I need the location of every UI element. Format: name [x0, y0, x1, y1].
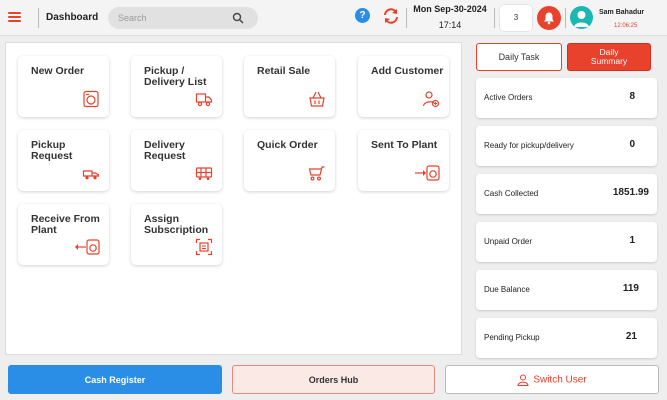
switch-user-icon: [517, 374, 529, 386]
user-avatar-icon: [574, 11, 589, 27]
top-bar: Dashboard ? Mon Sep-30-2024 17:14 3 Sam …: [0, 0, 667, 36]
quick-order-tile[interactable]: Quick Order: [244, 130, 335, 191]
orders-hub-button[interactable]: Orders Hub: [232, 365, 435, 394]
stat-value: 0: [629, 139, 635, 150]
sent-to-plant-tile[interactable]: Sent To Plant: [358, 130, 449, 191]
divider: [38, 8, 39, 28]
hamburger-menu-icon[interactable]: [8, 12, 21, 22]
page-title: Dashboard: [46, 12, 99, 23]
notification-count[interactable]: 3: [500, 5, 532, 31]
stat-ready-for-pickup-delivery[interactable]: Ready for pickup/delivery 0: [476, 126, 657, 166]
pickup-delivery-list-tile[interactable]: Pickup / Delivery List: [131, 56, 222, 117]
stat-label: Cash Collected: [484, 189, 539, 198]
add-customer-tile[interactable]: Add Customer: [358, 56, 449, 117]
switch-user-label: Switch User: [533, 374, 587, 386]
stat-active-orders[interactable]: Active Orders 8: [476, 78, 657, 118]
stat-label: Active Orders: [484, 93, 533, 102]
tile-label: Delivery Request: [144, 139, 186, 162]
bell-icon: [544, 12, 554, 25]
shopping-basket-icon: [309, 91, 325, 107]
sync-icon[interactable]: [382, 7, 400, 25]
divider: [406, 8, 407, 28]
tile-label: Pickup / Delivery List: [144, 65, 207, 88]
assign-subscription-tile[interactable]: Assign Subscription: [131, 204, 222, 265]
divider: [565, 8, 566, 28]
switch-user-button[interactable]: Switch User: [445, 365, 659, 394]
washing-machine-icon: [83, 90, 99, 108]
user-name: Sam Bahadur: [599, 9, 645, 16]
search-icon[interactable]: [232, 12, 244, 24]
daily-task-button[interactable]: Daily Task: [476, 43, 562, 71]
avatar[interactable]: [570, 6, 593, 29]
stat-label: Due Balance: [484, 285, 530, 294]
tile-label: Retail Sale: [257, 65, 311, 77]
shopping-cart-icon: [308, 166, 325, 181]
stat-value: 8: [629, 91, 635, 102]
delivery-request-tile[interactable]: Delivery Request: [131, 130, 222, 191]
datetime-display: Mon Sep-30-2024 17:14: [410, 4, 490, 30]
pickup-truck-icon: [82, 170, 100, 180]
help-icon[interactable]: ?: [355, 8, 370, 23]
stat-value: 1851.99: [612, 187, 649, 198]
stat-label: Ready for pickup/delivery: [484, 141, 574, 150]
tile-label: Sent To Plant: [371, 139, 438, 151]
stat-due-balance[interactable]: Due Balance 119: [476, 270, 657, 310]
stat-pending-pickup[interactable]: Pending Pickup 21: [476, 318, 657, 358]
cash-register-button[interactable]: Cash Register: [8, 365, 222, 394]
add-user-icon: [422, 91, 440, 108]
stat-value: 21: [625, 331, 637, 342]
retail-sale-tile[interactable]: Retail Sale: [244, 56, 335, 117]
receive-from-plant-tile[interactable]: Receive From Plant: [18, 204, 109, 265]
tile-label: Receive From Plant: [31, 213, 100, 236]
notification-bell-button[interactable]: [537, 6, 561, 30]
pickup-request-tile[interactable]: Pickup Request: [18, 130, 109, 191]
receive-from-plant-icon: [75, 239, 100, 255]
stat-value: 1: [629, 235, 635, 246]
tile-label: Add Customer: [371, 65, 444, 77]
delivery-van-icon: [195, 167, 213, 181]
stat-value: 119: [622, 283, 639, 294]
stat-cash-collected[interactable]: Cash Collected 1851.99: [476, 174, 657, 214]
stat-label: Pending Pickup: [484, 333, 540, 342]
daily-summary-label-line2: Summary: [590, 56, 628, 66]
search-input[interactable]: [118, 11, 228, 25]
search-bar[interactable]: [108, 7, 258, 29]
daily-summary-button[interactable]: Daily Summary: [567, 43, 651, 71]
new-order-tile[interactable]: New Order: [18, 56, 109, 117]
tile-label: Pickup Request: [31, 139, 73, 162]
stat-label: Unpaid Order: [484, 237, 533, 246]
current-time: 17:14: [438, 20, 462, 30]
tile-label: New Order: [31, 65, 85, 77]
stat-unpaid-order[interactable]: Unpaid Order 1: [476, 222, 657, 262]
send-to-plant-icon: [415, 165, 440, 181]
session-time: 12:06:25: [614, 23, 638, 29]
delivery-truck-icon: [195, 93, 213, 107]
tile-label: Assign Subscription: [144, 213, 209, 236]
divider: [494, 8, 495, 28]
quick-actions-panel: New Order Pickup / Delivery List Retail …: [5, 42, 462, 355]
subscription-icon: [195, 238, 213, 256]
current-date: Mon Sep-30-2024: [413, 4, 487, 14]
tile-label: Quick Order: [257, 139, 318, 151]
